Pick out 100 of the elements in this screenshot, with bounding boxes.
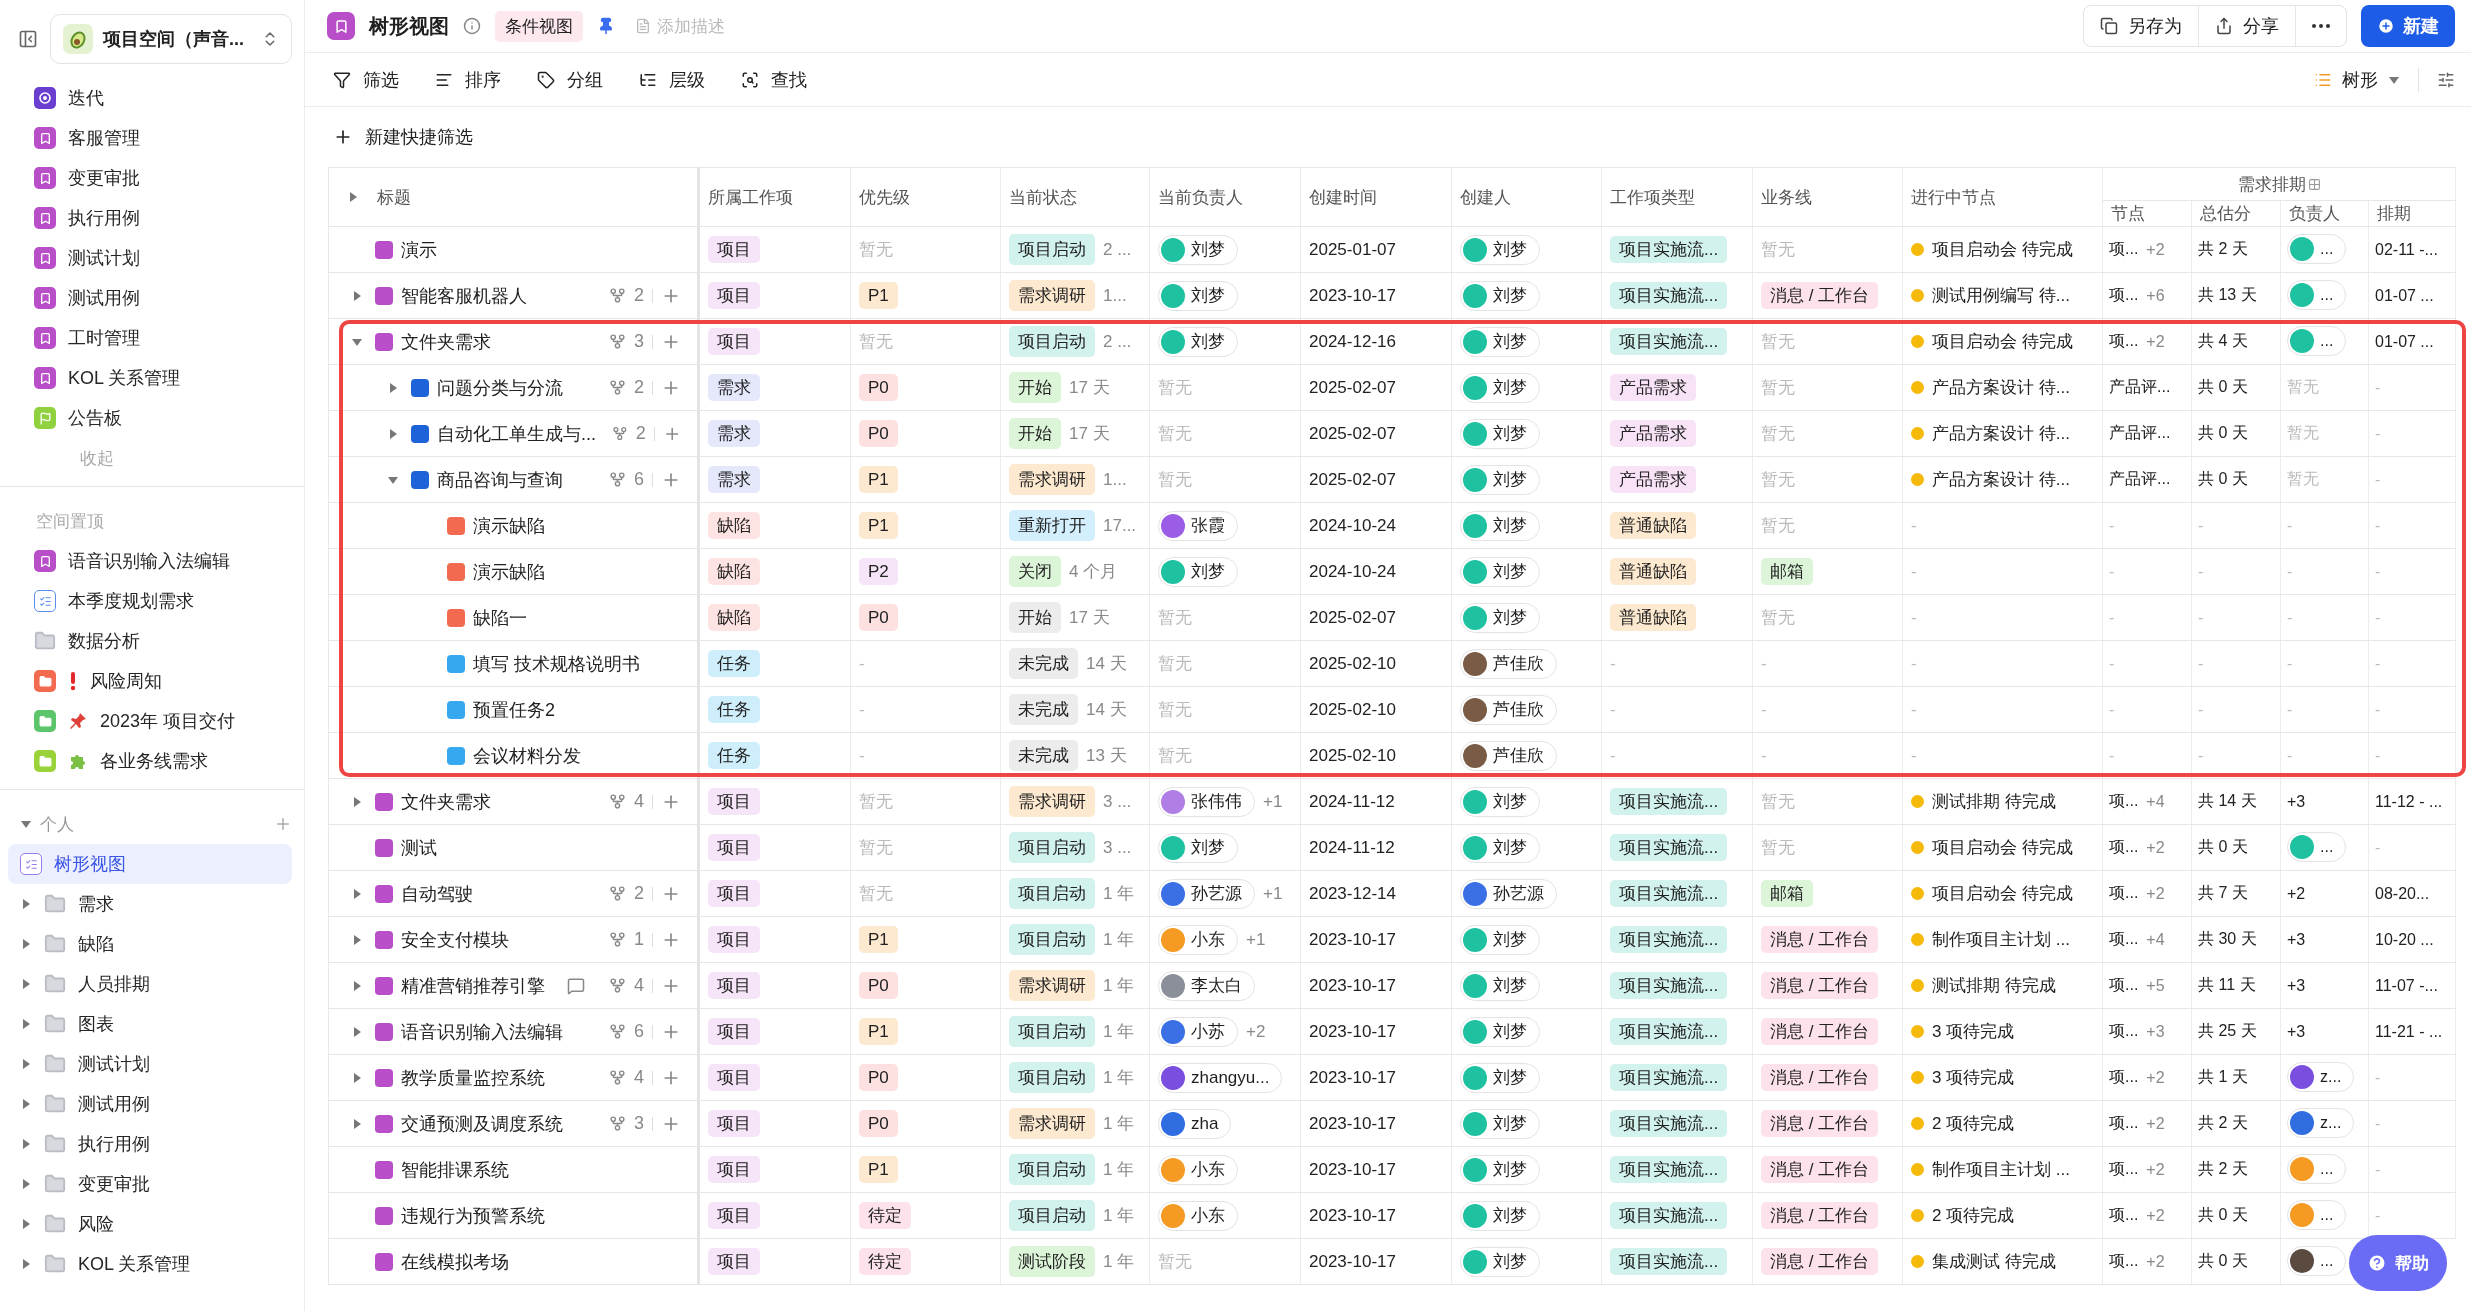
row-title[interactable]: 演示缺陷 (473, 559, 545, 584)
row-title[interactable]: 测试 (401, 835, 437, 860)
caret-icon[interactable] (20, 938, 32, 950)
caret-icon[interactable] (351, 1117, 363, 1130)
caret-icon[interactable] (20, 1178, 32, 1190)
empty-value: 暂无 (859, 240, 893, 259)
cell-text: 2023-10-17 (1309, 1159, 1396, 1180)
sidebar-item[interactable]: 公告板 (8, 398, 292, 438)
info-icon[interactable] (463, 17, 481, 35)
sidebar-item[interactable]: 树形视图 (8, 844, 292, 884)
header-action-button[interactable]: 分享 (2198, 6, 2295, 46)
sidebar-item[interactable]: 测试用例 (8, 278, 292, 318)
exclamation-icon (68, 671, 78, 691)
sidebar-item[interactable]: 测试计划 (8, 238, 292, 278)
row-title[interactable]: 自动驾驶 (401, 881, 473, 906)
header-action-button[interactable]: 另存为 (2084, 6, 2198, 46)
sidebar-item[interactable]: 2023年 项目交付 (8, 701, 292, 741)
sidebar-item[interactable]: 迭代 (8, 78, 292, 118)
create-button[interactable]: 新建 (2361, 5, 2455, 47)
empty-value: 暂无 (2287, 424, 2319, 441)
sidebar-item[interactable]: 执行用例 (8, 198, 292, 238)
toolbar-button[interactable]: 筛选 (333, 67, 399, 92)
toolbar-button[interactable]: 层级 (639, 67, 705, 92)
toolbar-button[interactable]: 排序 (435, 67, 501, 92)
caret-icon[interactable] (351, 289, 363, 302)
sidebar-item[interactable]: 各业务线需求 (8, 741, 292, 781)
sidebar-item[interactable]: 测试计划 (8, 1044, 292, 1084)
person-name: 小东 (1191, 929, 1225, 951)
sidebar-item[interactable]: 需求 (8, 884, 292, 924)
row-title[interactable]: 语音识别输入法编辑 (401, 1019, 563, 1044)
status-tag: 项目启动 (1009, 924, 1095, 955)
row-title[interactable]: 演示 (401, 237, 437, 262)
new-quick-filter-button[interactable]: 新建快捷筛选 (305, 107, 473, 167)
row-title[interactable]: 缺陷一 (473, 605, 527, 630)
row-title[interactable]: 智能排课系统 (401, 1157, 509, 1182)
sidebar-item[interactable]: 风险周知 (8, 661, 292, 701)
sidebar-item[interactable]: 风险 (8, 1204, 292, 1244)
space-selector[interactable]: 项目空间（声音... (50, 14, 292, 64)
row-title[interactable]: 交通预测及调度系统 (401, 1111, 563, 1136)
row-title[interactable]: 安全支付模块 (401, 927, 509, 952)
expand-all-icon[interactable] (347, 191, 359, 203)
caret-icon[interactable] (20, 1058, 32, 1070)
sidebar-item[interactable]: 本季度规划需求 (8, 581, 292, 621)
row-title[interactable]: 填写 技术规格说明书 (473, 651, 640, 676)
row-title[interactable]: 问题分类与分流 (437, 375, 563, 400)
sidebar-item[interactable]: 数据分析 (8, 621, 292, 661)
row-title[interactable]: 在线模拟考场 (401, 1249, 509, 1274)
caret-icon[interactable] (351, 979, 363, 992)
caret-icon[interactable] (20, 1218, 32, 1230)
caret-icon[interactable] (20, 818, 32, 830)
caret-icon[interactable] (351, 933, 363, 946)
comment-icon[interactable] (567, 976, 585, 995)
row-title[interactable]: 自动化工单生成与... (437, 421, 596, 446)
sidebar-item[interactable]: 变更审批 (8, 158, 292, 198)
caret-icon[interactable] (20, 1258, 32, 1270)
caret-icon[interactable] (351, 887, 363, 900)
sidebar-item[interactable]: KOL 关系管理 (8, 358, 292, 398)
column-header: 总估分 (2200, 204, 2251, 223)
caret-icon[interactable] (351, 1071, 363, 1084)
view-mode-dropdown[interactable]: 树形 (2314, 67, 2419, 92)
person-name: ... (2320, 332, 2334, 350)
caret-icon[interactable] (351, 1025, 363, 1038)
caret-icon[interactable] (387, 381, 399, 394)
row-title[interactable]: 文件夹需求 (401, 329, 491, 354)
sidebar-item[interactable]: 人员排期 (8, 964, 292, 1004)
row-title[interactable]: 预置任务2 (473, 697, 555, 722)
caret-icon[interactable] (387, 427, 399, 440)
sidebar-item[interactable]: 语音识别输入法编辑 (8, 541, 292, 581)
person-name: ... (2320, 286, 2334, 304)
sidebar-item[interactable]: 工时管理 (8, 318, 292, 358)
empty-value: - (2287, 746, 2293, 764)
row-title[interactable]: 精准营销推荐引擎 (401, 973, 545, 998)
sidebar-item[interactable]: 图表 (8, 1004, 292, 1044)
row-title[interactable]: 智能客服机器人 (401, 283, 527, 308)
row-title[interactable]: 教学质量监控系统 (401, 1065, 545, 1090)
caret-icon[interactable] (20, 1018, 32, 1030)
sidebar-item[interactable]: KOL 关系管理 (8, 1244, 292, 1284)
row-title[interactable]: 商品咨询与查询 (437, 467, 563, 492)
caret-icon[interactable] (20, 978, 32, 990)
sidebar-item[interactable]: 客服管理 (8, 118, 292, 158)
empty-value: - (2375, 470, 2381, 488)
sidebar-item[interactable]: 变更审批 (8, 1164, 292, 1204)
settings-button[interactable] (2437, 70, 2455, 89)
caret-icon[interactable] (20, 898, 32, 910)
collapse-sidebar-icon[interactable] (18, 29, 38, 49)
row-title[interactable]: 文件夹需求 (401, 789, 491, 814)
toolbar-button[interactable]: 分组 (537, 67, 603, 92)
sidebar-item[interactable]: 执行用例 (8, 1124, 292, 1164)
sidebar-item[interactable]: 测试用例 (8, 1084, 292, 1124)
toolbar-button[interactable]: 查找 (741, 67, 807, 92)
caret-icon[interactable] (351, 795, 363, 808)
row-title[interactable]: 违规行为预警系统 (401, 1203, 545, 1228)
help-button[interactable]: 帮助 (2349, 1235, 2447, 1291)
row-title[interactable]: 演示缺陷 (473, 513, 545, 538)
caret-icon[interactable] (20, 1138, 32, 1150)
cell-text: +3 (2287, 792, 2306, 811)
pin-icon[interactable] (597, 17, 615, 35)
sidebar-item[interactable]: 缺陷 (8, 924, 292, 964)
caret-icon[interactable] (20, 1098, 32, 1110)
row-title[interactable]: 会议材料分发 (473, 743, 581, 768)
